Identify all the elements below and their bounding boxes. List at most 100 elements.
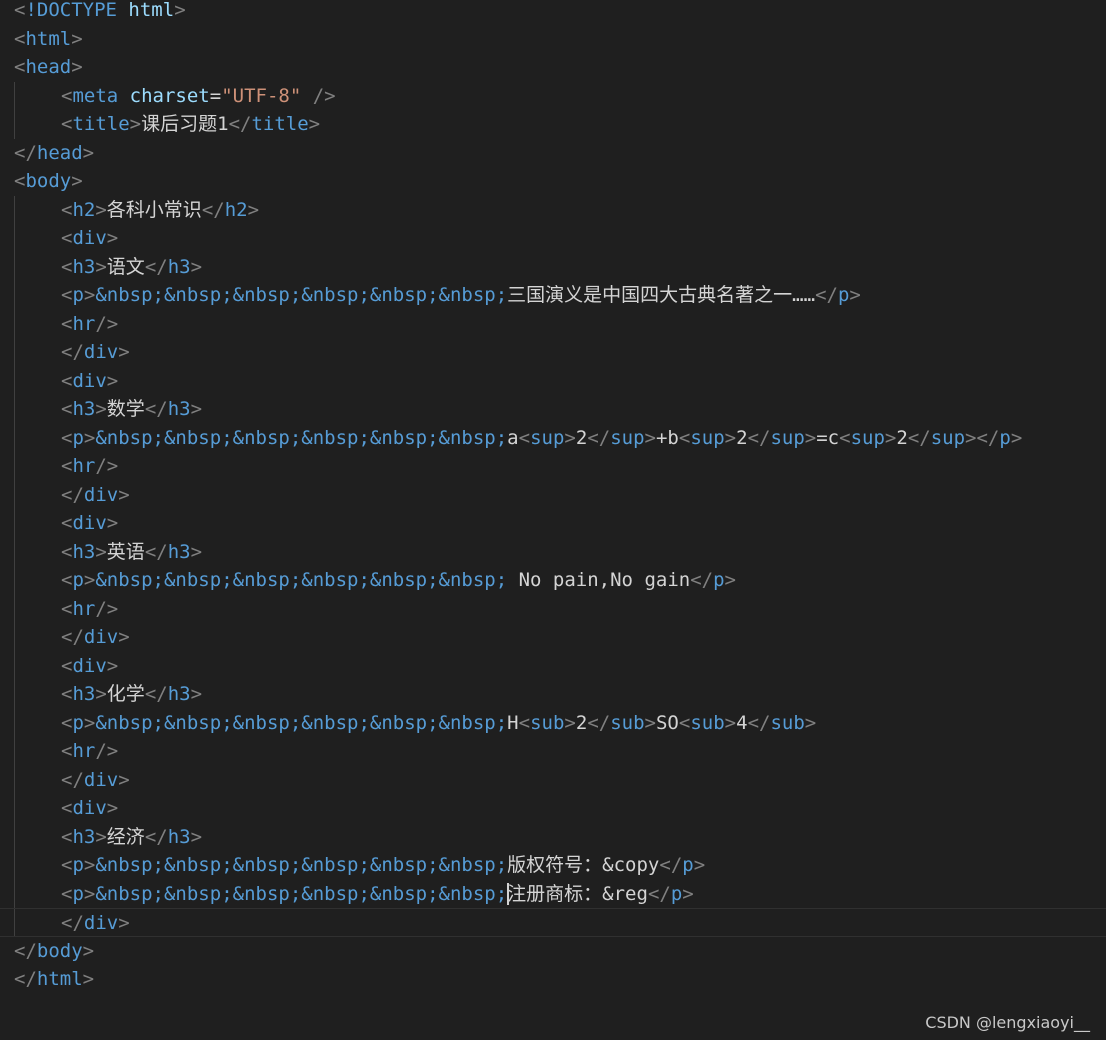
code-punctuation: > — [95, 398, 107, 420]
code-line[interactable]: </div> — [0, 338, 1106, 367]
code-entity: &nbsp;&nbsp;&nbsp;&nbsp;&nbsp;&nbsp; — [95, 882, 508, 905]
code-punctuation: </ — [14, 939, 37, 962]
code-line-content: </div> — [61, 909, 130, 938]
code-line[interactable]: <hr/> — [0, 737, 1106, 766]
indent-guide — [14, 765, 15, 794]
code-line[interactable]: <div> — [0, 509, 1106, 538]
code-line-content: <hr/> — [61, 595, 118, 624]
code-line[interactable]: <div> — [0, 366, 1106, 396]
code-punctuation: </ — [201, 198, 225, 221]
code-text: 三国演义是中国四大古典名著之一…… — [507, 284, 816, 306]
code-line[interactable]: <div> — [0, 794, 1106, 823]
code-line[interactable]: <p>&nbsp;&nbsp;&nbsp;&nbsp;&nbsp;&nbsp; … — [0, 566, 1106, 595]
code-line-content: <hr/> — [61, 310, 118, 339]
code-editor[interactable]: <!DOCTYPE html> <html> <head> <meta charset… — [0, 0, 1106, 1040]
code-line[interactable]: <meta charset="UTF-8" /> — [0, 81, 1106, 110]
code-line-content: <p>&nbsp;&nbsp;&nbsp;&nbsp;&nbsp;&nbsp; … — [61, 566, 736, 595]
code-punctuation: </ — [690, 569, 714, 591]
code-punctuation: > — [564, 426, 576, 449]
code-punctuation: > — [106, 797, 119, 819]
code-line[interactable]: <!DOCTYPE html> — [0, 0, 1106, 25]
code-line[interactable]: <head> — [0, 53, 1106, 82]
code-line-content: </body> — [14, 937, 94, 966]
code-punctuation: </ — [14, 968, 37, 990]
code-punctuation: < — [14, 56, 26, 78]
code-line-content: <hr/> — [61, 737, 118, 766]
code-punctuation: < — [61, 512, 73, 534]
code-tag-name: html — [25, 27, 72, 50]
code-punctuation: < — [61, 711, 73, 734]
code-line[interactable]: <p>&nbsp;&nbsp;&nbsp;&nbsp;&nbsp;&nbsp;a… — [0, 423, 1106, 452]
code-line-content: </div> — [61, 481, 130, 510]
code-line[interactable]: <h3>化学</h3> — [0, 680, 1106, 709]
code-line[interactable]: </body> — [0, 937, 1106, 966]
indent-guide — [14, 794, 15, 823]
code-text: H — [507, 711, 519, 734]
code-tag-name: body — [36, 939, 83, 962]
code-punctuation: > — [71, 170, 83, 192]
code-tag-name: h3 — [167, 540, 191, 563]
indent-guide — [14, 338, 15, 367]
code-punctuation: < — [61, 455, 73, 477]
code-punctuation: /> — [95, 455, 119, 477]
code-punctuation: < — [61, 84, 73, 107]
indent-guide — [14, 537, 15, 566]
code-punctuation: </ — [907, 426, 931, 449]
code-line[interactable]: <p>&nbsp;&nbsp;&nbsp;&nbsp;&nbsp;&nbsp;注… — [0, 879, 1106, 908]
code-punctuation: > — [804, 711, 817, 734]
code-punctuation: > — [693, 854, 706, 876]
code-line[interactable]: </div> — [0, 623, 1106, 652]
code-tag-name: div — [83, 912, 119, 934]
code-line[interactable]: <hr/> — [0, 309, 1106, 339]
code-tag-name: div — [72, 654, 107, 677]
code-tag-name: body — [25, 170, 72, 192]
code-punctuation: > — [71, 56, 83, 78]
code-punctuation: < — [61, 683, 73, 705]
code-line[interactable]: </div> — [0, 480, 1106, 510]
code-line-content: <!DOCTYPE html> — [14, 0, 186, 25]
code-line[interactable]: <title>课后习题1</title> — [0, 110, 1106, 139]
code-line[interactable]: </html> — [0, 965, 1106, 994]
code-line[interactable]: <h3>英语</h3> — [0, 537, 1106, 566]
code-line[interactable]: <p>&nbsp;&nbsp;&nbsp;&nbsp;&nbsp;&nbsp;版… — [0, 851, 1106, 880]
code-tag-name: hr — [72, 597, 96, 620]
code-punctuation: /> — [95, 597, 119, 620]
code-tag-name: div — [83, 483, 119, 506]
code-line-content: <html> — [14, 25, 83, 54]
code-line[interactable]: </head> — [0, 139, 1106, 168]
code-punctuation: > — [106, 512, 119, 534]
code-line-content: <head> — [14, 53, 83, 82]
code-tag-name: sup — [770, 426, 805, 449]
code-punctuation: > — [884, 426, 897, 449]
code-line[interactable]: <hr/> — [0, 594, 1106, 624]
code-line[interactable]: <h3>语文</h3> — [0, 252, 1106, 281]
code-line-content: <div> — [61, 509, 118, 538]
code-line[interactable]: <h2>各科小常识</h2> — [0, 195, 1106, 224]
code-line-content: </div> — [61, 338, 130, 367]
code-tag-name: p — [72, 569, 84, 591]
indent-guide — [14, 879, 15, 908]
indent-guide — [14, 909, 15, 936]
code-tag-name: p — [72, 854, 84, 876]
code-punctuation: < — [61, 255, 73, 278]
code-line[interactable]: </div> — [0, 765, 1106, 794]
code-line-content: <div> — [61, 367, 118, 396]
code-line[interactable]: <p>&nbsp;&nbsp;&nbsp;&nbsp;&nbsp;&nbsp;三… — [0, 281, 1106, 310]
code-line[interactable]: <hr/> — [0, 452, 1106, 481]
code-punctuation: > — [190, 540, 203, 563]
code-punctuation: > — [83, 711, 96, 734]
code-punctuation: < — [61, 597, 73, 620]
code-punctuation: > — [564, 711, 576, 734]
code-punctuation: < — [61, 740, 73, 762]
code-line[interactable]: <h3>经济</h3> — [0, 822, 1106, 851]
code-line[interactable]: <div> — [0, 651, 1106, 680]
code-line[interactable]: <html> — [0, 25, 1106, 54]
code-tag-name: sup — [610, 426, 645, 449]
code-line[interactable]: <p>&nbsp;&nbsp;&nbsp;&nbsp;&nbsp;&nbsp;H… — [0, 708, 1106, 737]
code-line[interactable]: </div> — [0, 908, 1106, 937]
code-line[interactable]: <h3>数学</h3> — [0, 395, 1106, 424]
code-line[interactable]: <body> — [0, 167, 1106, 196]
code-line[interactable]: <div> — [0, 224, 1106, 253]
code-tag-name: h3 — [167, 683, 191, 705]
indent-guide — [14, 737, 15, 766]
